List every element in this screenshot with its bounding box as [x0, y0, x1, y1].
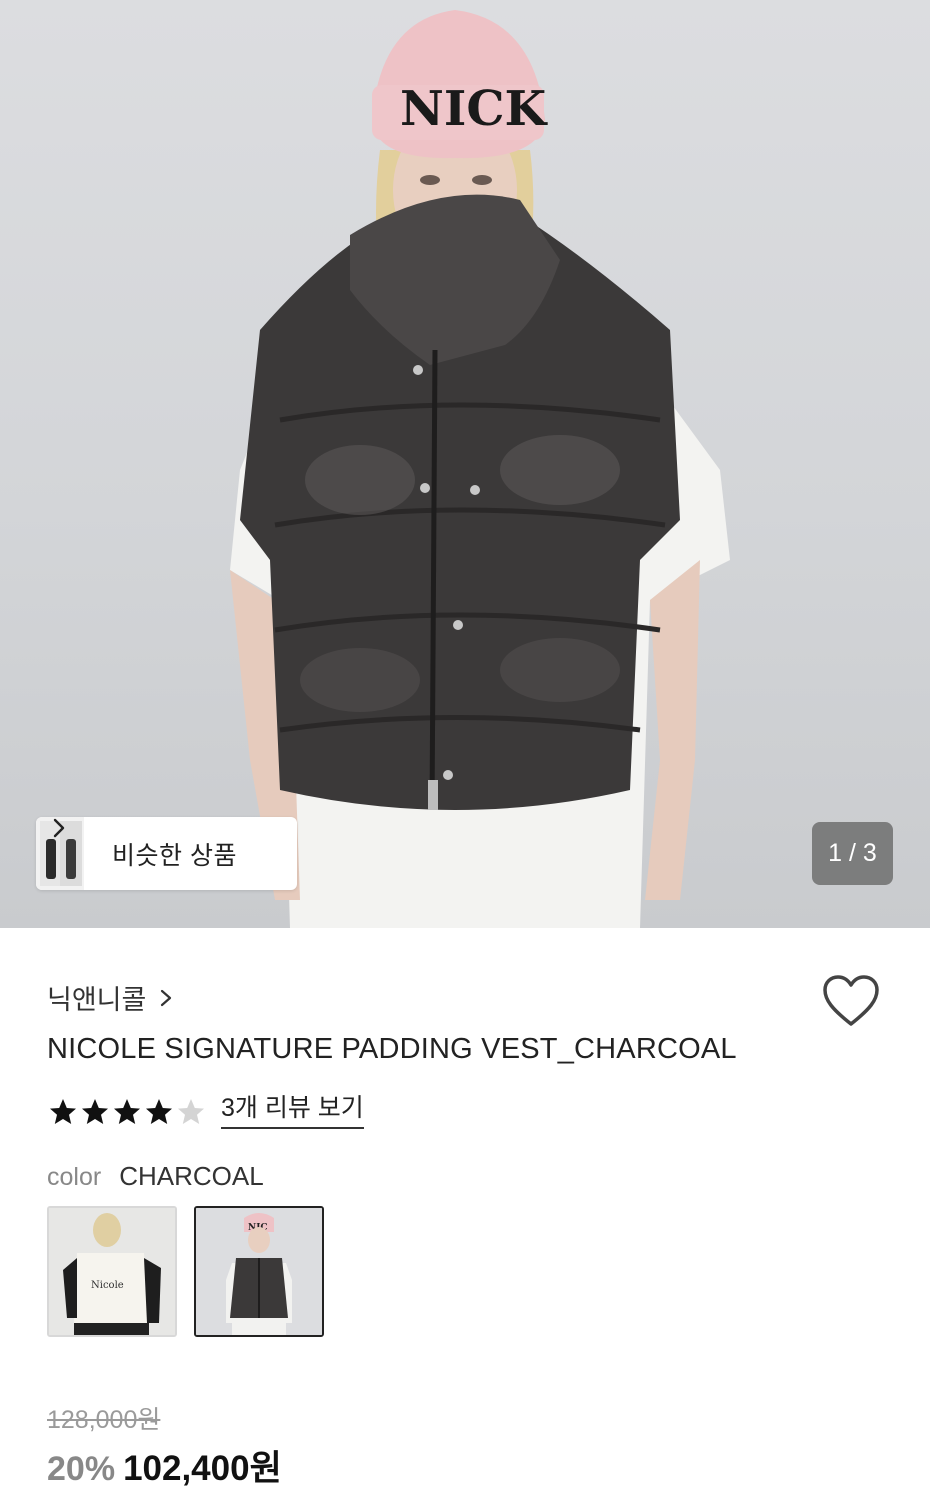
heart-outline-icon[interactable] — [822, 974, 880, 1028]
star-filled-icon — [50, 1098, 76, 1124]
selected-color-value: CHARCOAL — [119, 1161, 264, 1191]
beanie-logo: NICK — [400, 81, 549, 137]
swatch-image: NIC — [196, 1208, 322, 1335]
image-page-counter: 1 / 3 — [812, 822, 893, 885]
view-reviews-link[interactable]: 3개 리뷰 보기 — [221, 1094, 364, 1129]
star-filled-icon — [146, 1098, 172, 1124]
star-empty-icon — [178, 1098, 204, 1124]
color-swatch-white[interactable]: Nicole — [47, 1206, 177, 1337]
brand-name: 닉앤니콜 — [47, 985, 147, 1015]
color-label: color — [47, 1163, 102, 1191]
price-row: 20% 102,400원 — [47, 1440, 282, 1491]
star-rating — [47, 1096, 207, 1128]
sale-price: 102,400원 — [123, 1449, 282, 1488]
chevron-right-icon — [53, 818, 65, 838]
star-filled-icon — [114, 1098, 140, 1124]
product-image-gallery[interactable]: NICK 비슷한 상품 1 / 3 — [0, 0, 930, 928]
original-price: 128,000원 — [47, 1406, 161, 1434]
color-option-row: color CHARCOAL — [47, 1161, 264, 1192]
discount-rate: 20% — [47, 1450, 116, 1488]
product-photo: NICK — [230, 10, 730, 928]
star-filled-icon — [82, 1098, 108, 1124]
similar-products-label: 비슷한 상품 — [112, 841, 237, 870]
color-swatch-charcoal[interactable]: NIC — [194, 1206, 324, 1337]
chevron-right-icon — [161, 989, 172, 1006]
swatch-white-print: Nicole — [91, 1280, 124, 1291]
rating-row: 3개 리뷰 보기 — [47, 1094, 364, 1129]
product-title: NICOLE SIGNATURE PADDING VEST_CHARCOAL — [47, 1033, 737, 1065]
similar-products-button[interactable]: 비슷한 상품 — [36, 817, 297, 890]
swatch-image: Nicole — [49, 1208, 175, 1335]
brand-link[interactable]: 닉앤니콜 — [47, 978, 174, 1017]
